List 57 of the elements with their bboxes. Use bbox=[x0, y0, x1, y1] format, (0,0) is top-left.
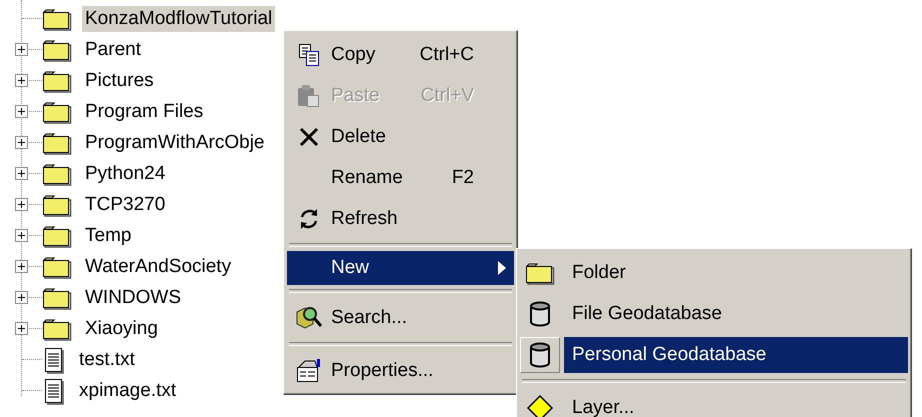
tree-item[interactable]: WINDOWS bbox=[82, 284, 184, 310]
database-icon bbox=[529, 342, 551, 368]
menu-item[interactable]: Personal Geodatabase bbox=[564, 336, 908, 372]
diamond-icon bbox=[526, 394, 554, 417]
tree-item[interactable]: Pictures bbox=[82, 68, 157, 94]
menu-item[interactable]: Delete bbox=[287, 116, 514, 157]
folder-icon bbox=[42, 254, 72, 278]
folder-icon bbox=[42, 6, 72, 30]
folder-icon bbox=[525, 260, 555, 284]
expand-button[interactable] bbox=[15, 260, 28, 273]
copy-icon bbox=[297, 42, 321, 66]
folder-icon bbox=[42, 38, 72, 62]
expand-button[interactable] bbox=[15, 322, 28, 335]
folder-icon bbox=[42, 192, 72, 216]
menu-item[interactable]: File Geodatabase bbox=[564, 296, 908, 332]
tree-item[interactable]: ProgramWithArcObje bbox=[82, 130, 268, 156]
properties-icon bbox=[295, 358, 323, 384]
menu-item[interactable]: Folder bbox=[564, 254, 908, 290]
menu-item[interactable]: New bbox=[287, 251, 514, 285]
expand-button[interactable] bbox=[15, 229, 28, 242]
folder-icon bbox=[42, 286, 72, 310]
folder-icon bbox=[42, 316, 72, 340]
folder-icon bbox=[42, 130, 72, 154]
menu-item[interactable]: Properties... bbox=[287, 350, 514, 391]
menu-item[interactable]: Layer... bbox=[564, 390, 908, 417]
expand-button[interactable] bbox=[15, 136, 28, 149]
expand-button[interactable] bbox=[15, 105, 28, 118]
tree-item[interactable]: Parent bbox=[82, 36, 144, 62]
folder-icon bbox=[42, 68, 72, 92]
clipboard-icon bbox=[297, 84, 321, 108]
delete-icon bbox=[298, 126, 320, 148]
tree-item[interactable]: test.txt bbox=[76, 346, 138, 372]
expand-button[interactable] bbox=[15, 198, 28, 211]
folder-icon bbox=[42, 162, 72, 186]
tree-item[interactable]: KonzaModflowTutorial bbox=[82, 6, 276, 32]
tree-item[interactable]: Temp bbox=[82, 222, 134, 248]
folder-icon bbox=[42, 224, 72, 248]
menu-item[interactable]: Rename F2 bbox=[287, 157, 514, 198]
submenu-arrow-icon bbox=[498, 261, 506, 275]
expand-button[interactable] bbox=[15, 167, 28, 180]
tree-item[interactable]: TCP3270 bbox=[82, 192, 168, 218]
tree-item[interactable]: Python24 bbox=[82, 160, 168, 186]
tree-item[interactable]: Program Files bbox=[82, 98, 206, 124]
text-file-icon bbox=[42, 346, 66, 374]
tree-item[interactable]: Xiaoying bbox=[82, 316, 161, 342]
refresh-icon bbox=[298, 206, 320, 230]
text-file-icon bbox=[42, 376, 66, 404]
folder-icon bbox=[42, 100, 72, 124]
expand-button[interactable] bbox=[15, 43, 28, 56]
database-icon bbox=[529, 300, 551, 326]
expand-button[interactable] bbox=[15, 74, 28, 87]
menu-item[interactable]: Copy Ctrl+C bbox=[287, 34, 514, 75]
menu-item[interactable]: Search... bbox=[287, 297, 514, 338]
menu-item[interactable]: Refresh bbox=[287, 198, 514, 239]
tree-item[interactable]: xpimage.txt bbox=[76, 378, 180, 404]
expand-button[interactable] bbox=[15, 291, 28, 304]
tree-item[interactable]: WaterAndSociety bbox=[82, 254, 234, 280]
